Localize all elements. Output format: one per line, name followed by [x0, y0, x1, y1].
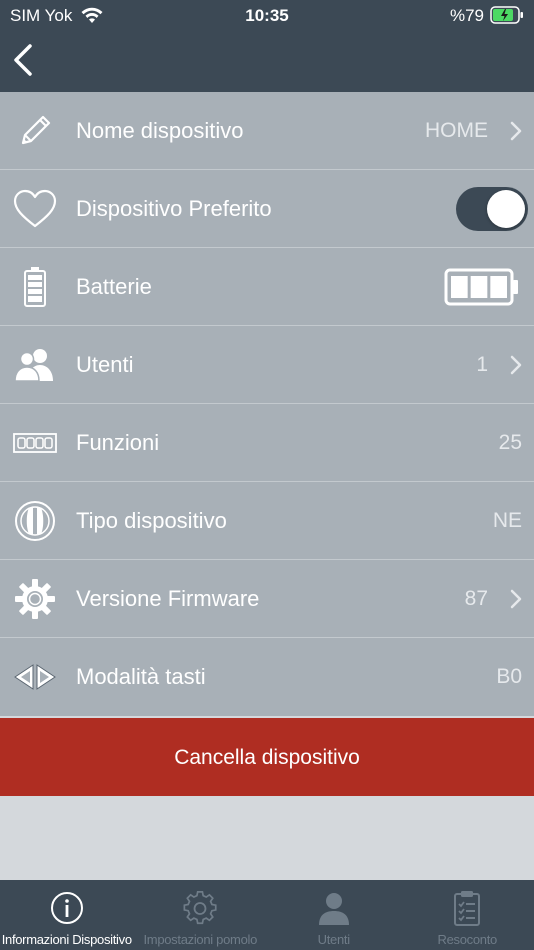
row-key-mode: Modalità tasti B0: [0, 638, 534, 716]
users-icon: [12, 342, 58, 388]
functions-value: 25: [498, 431, 522, 454]
battery-bar: [451, 275, 468, 298]
firmware-version-label: Versione Firmware: [76, 586, 260, 611]
back-button[interactable]: [8, 40, 40, 80]
device-type-value: NE: [492, 509, 522, 532]
user-icon: [318, 893, 349, 925]
battery-percent: %79: [449, 6, 484, 25]
device-type-label: Tipo dispositivo: [76, 508, 227, 533]
toggle-knob: [487, 189, 525, 228]
chevron-right-icon: [510, 121, 522, 140]
users-count: 1: [476, 353, 488, 376]
row-firmware-version[interactable]: Versione Firmware 87: [0, 560, 534, 638]
tab-report-label: Resoconto: [437, 932, 498, 947]
row-device-type: Tipo dispositivo NE: [0, 482, 534, 560]
key-mode-value: B0: [496, 665, 522, 688]
row-device-name[interactable]: Nome dispositivo HOME: [0, 92, 534, 170]
battery-level-indicator: [444, 268, 518, 305]
row-functions: Funzioni 25: [0, 404, 534, 482]
functions-label: Funzioni: [76, 430, 160, 455]
key-mode-label: Modalità tasti: [76, 664, 206, 689]
tab-users[interactable]: Utenti: [267, 880, 401, 950]
favorite-toggle[interactable]: [456, 186, 528, 231]
users-label: Utenti: [76, 352, 134, 377]
tab-device-info-label: Informazioni Dispositivo: [1, 932, 132, 947]
tab-device-info[interactable]: Informazioni Dispositivo: [0, 880, 134, 950]
knob-icon: [12, 498, 58, 544]
arrows-left-right-icon: [12, 654, 58, 700]
favorite-device-label: Dispositivo Preferito: [76, 196, 272, 221]
tab-knob-settings-label: Impostazioni pomolo: [143, 932, 258, 947]
chevron-right-icon: [510, 355, 522, 374]
info-icon: [50, 892, 83, 924]
row-favorite-device: Dispositivo Preferito: [0, 170, 534, 248]
device-name-label: Nome dispositivo: [76, 118, 244, 143]
tab-users-label: Utenti: [317, 932, 350, 947]
tab-bar: Informazioni Dispositivo Impostazioni po…: [0, 880, 534, 950]
battery-charging-icon: [490, 6, 523, 24]
row-users[interactable]: Utenti 1: [0, 326, 534, 404]
clipboard-icon: [454, 891, 481, 926]
battery-bar: [490, 275, 507, 298]
device-info-screen: SIM Yok 10:35 %79 Nome dispositivo HOME …: [0, 0, 534, 950]
firmware-version-value: 87: [464, 587, 488, 610]
battery-vertical-icon: [12, 264, 58, 310]
tab-knob-settings[interactable]: Impostazioni pomolo: [134, 880, 268, 950]
tab-report[interactable]: Resoconto: [401, 880, 534, 950]
batteries-label: Batterie: [76, 274, 152, 299]
row-batteries: Batterie: [0, 248, 534, 326]
keypad-icon: [12, 420, 58, 466]
delete-device-button[interactable]: Cancella dispositivo: [0, 718, 534, 796]
chevron-right-icon: [510, 589, 522, 608]
device-settings-list: Nome dispositivo HOME Dispositivo Prefer…: [0, 92, 534, 716]
gear-icon: [12, 576, 58, 622]
battery-bar: [470, 275, 488, 298]
heart-icon: [12, 186, 58, 232]
pencil-icon: [12, 108, 58, 154]
gear-icon: [183, 891, 217, 925]
header: SIM Yok 10:35 %79: [0, 0, 534, 92]
device-name-value: HOME: [425, 119, 488, 142]
